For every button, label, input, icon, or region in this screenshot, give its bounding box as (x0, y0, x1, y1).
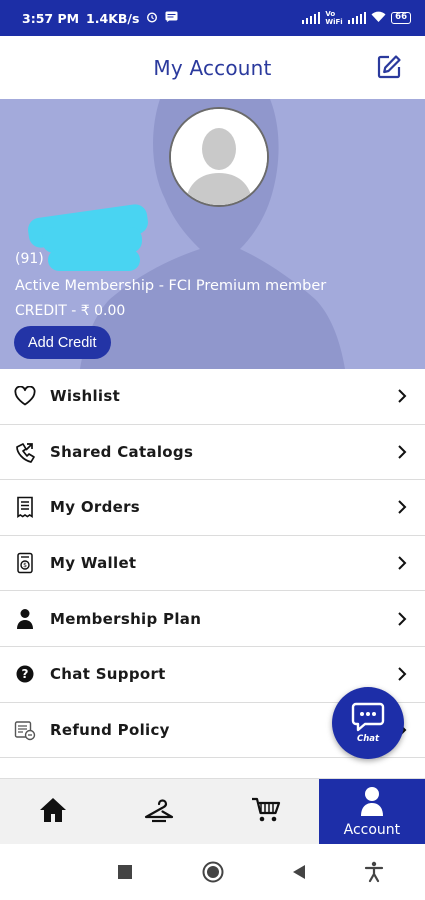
back-button[interactable] (288, 860, 312, 884)
menu-item-shared-catalogs[interactable]: Shared Catalogs (0, 424, 425, 481)
battery-icon: 66 (391, 12, 411, 24)
chevron-right-icon (395, 443, 409, 461)
redacted-phone (48, 249, 140, 271)
menu-item-label: My Wallet (50, 554, 137, 573)
chevron-right-icon (395, 387, 409, 405)
menu-item-label: Wishlist (50, 387, 121, 406)
status-bar: 3:57 PM 1.4KB/s Vo WiFi 66 (0, 0, 425, 36)
wifi-icon (371, 11, 386, 26)
refund-icon (13, 718, 37, 742)
chevron-right-icon (395, 665, 409, 683)
signal-icon (301, 12, 321, 24)
menu-item-label: Chat Support (50, 665, 166, 684)
chat-fab-button[interactable]: Chat (332, 687, 404, 759)
menu-item-my-wallet[interactable]: $ My Wallet (0, 535, 425, 592)
profile-phone-prefix: (91) (15, 251, 44, 267)
chat-bubble-icon (351, 702, 385, 736)
receipt-icon (13, 495, 37, 519)
person-icon (13, 607, 37, 631)
home-icon (38, 796, 68, 828)
status-time: 3:57 PM (22, 10, 80, 26)
bottom-nav: Account (0, 778, 425, 844)
chat-fab-label: Chat (356, 734, 380, 744)
credit-balance: CREDIT - ₹ 0.00 (15, 303, 126, 319)
cart-icon (251, 796, 281, 828)
recents-button[interactable] (113, 860, 137, 884)
chevron-right-icon (395, 498, 409, 516)
menu-item-label: Shared Catalogs (50, 442, 194, 461)
message-icon (165, 11, 178, 26)
add-credit-button[interactable]: Add Credit (14, 326, 111, 359)
chevron-right-icon (395, 554, 409, 572)
help-icon: ? (13, 662, 37, 686)
signal-icon-2 (347, 12, 367, 24)
system-nav-bar (0, 844, 425, 900)
menu-item-label: Refund Policy (50, 720, 170, 739)
membership-status: Active Membership - FCI Premium member (15, 278, 327, 294)
nav-cart[interactable] (213, 779, 319, 844)
hanger-icon (143, 796, 175, 828)
avatar[interactable] (169, 107, 269, 207)
svg-text:?: ? (22, 667, 29, 681)
menu-item-my-orders[interactable]: My Orders (0, 480, 425, 536)
menu-item-label: Membership Plan (50, 609, 202, 628)
app-header: My Account (0, 36, 425, 99)
volte-label: Vo WiFi (325, 10, 343, 26)
chevron-right-icon (395, 610, 409, 628)
accessibility-icon[interactable] (362, 860, 386, 884)
nav-home[interactable] (0, 779, 106, 844)
menu-item-label: My Orders (50, 498, 141, 517)
status-speed: 1.4KB/s (86, 10, 140, 26)
svg-text:$: $ (23, 562, 27, 569)
heart-icon (13, 384, 37, 408)
nav-account-label: Account (343, 821, 401, 838)
edit-icon[interactable] (375, 53, 403, 81)
account-icon (360, 786, 384, 820)
nav-catalog[interactable] (106, 779, 212, 844)
alarm-icon (146, 11, 158, 26)
menu-item-wishlist[interactable]: Wishlist (0, 369, 425, 425)
home-button[interactable] (201, 860, 225, 884)
nav-account[interactable]: Account (318, 779, 425, 844)
menu-item-partial[interactable] (0, 758, 425, 779)
page-title: My Account (153, 55, 272, 80)
menu-item-membership-plan[interactable]: Membership Plan (0, 591, 425, 647)
profile-banner: (91) Active Membership - FCI Premium mem… (0, 99, 425, 369)
share-icon (13, 440, 37, 464)
wallet-icon: $ (13, 551, 37, 575)
